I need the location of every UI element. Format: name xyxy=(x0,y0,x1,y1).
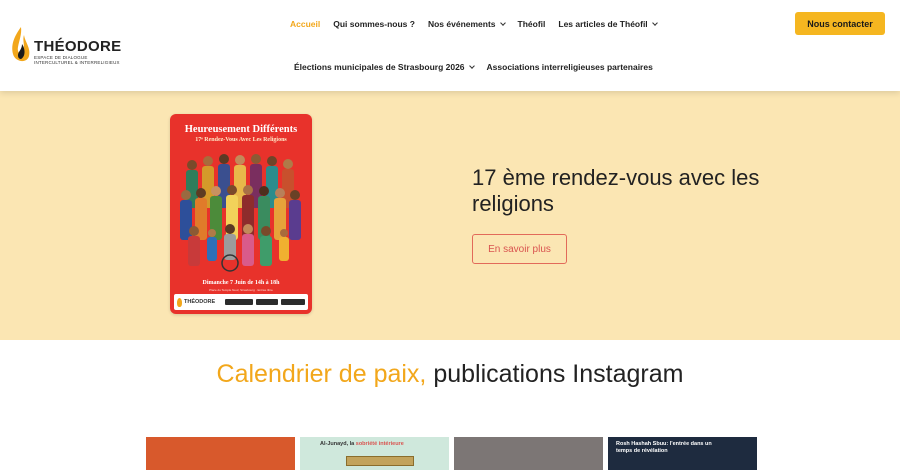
caption-highlight: sobriété intérieure xyxy=(355,441,404,447)
crowd-illustration xyxy=(180,154,301,272)
poster-place: Place du Temple Neuf, Strasbourg · Entré… xyxy=(209,288,273,292)
instagram-post-caption: Rosh Hashah Sbuu: l'entrée dans un temps… xyxy=(616,441,712,454)
nav-item-label: Qui sommes-nous ? xyxy=(333,19,415,29)
nav-item-label: Nos événements xyxy=(427,19,496,29)
section-title-accent: Calendrier de paix, xyxy=(216,360,427,388)
post-image xyxy=(346,456,414,466)
hero-title: 17 ème rendez-vous avec les religions xyxy=(472,165,760,216)
nav-item-articles-theofil[interactable]: Les articles de Théofil xyxy=(558,19,658,29)
logo-tagline-line-2: interculturel & interreligieux xyxy=(34,60,120,65)
chevron-down-icon xyxy=(499,19,506,26)
contact-button[interactable]: Nous contacter xyxy=(795,12,885,35)
poster-title: Heureusement Différents xyxy=(184,124,298,135)
instagram-post-4[interactable]: Rosh Hashah Sbuu: l'entrée dans un temps… xyxy=(608,437,757,470)
main-nav-row-1: Accueil Qui sommes-nous ? Nos événements… xyxy=(290,19,670,29)
section-title-rest: publications Instagram xyxy=(426,360,684,388)
chevron-down-icon xyxy=(468,62,475,69)
partner-logo xyxy=(256,299,278,305)
caption-text: Al-Junayd, la xyxy=(320,441,356,447)
hero-banner: Heureusement Différents 17ᵉ Rendez-Vous … xyxy=(0,91,900,340)
partner-logo xyxy=(281,299,305,305)
main-nav-row-2: Élections municipales de Strasbourg 2026… xyxy=(294,62,666,72)
instagram-post-3[interactable] xyxy=(454,437,603,470)
nav-item-label: Théofil xyxy=(517,19,546,29)
nav-item-label: Accueil xyxy=(290,19,321,29)
flame-icon xyxy=(12,27,30,62)
site-logo[interactable]: THÉODORE espace de dialogue interculture… xyxy=(10,26,122,68)
nav-item-label: Élections municipales de Strasbourg 2026 xyxy=(294,62,465,72)
nav-item-qui-sommes-nous[interactable]: Qui sommes-nous ? xyxy=(333,19,415,29)
poster-subtitle: 17ᵉ Rendez-Vous Avec Les Religions xyxy=(195,137,287,143)
chevron-down-icon xyxy=(651,19,658,26)
instagram-section-title: Calendrier de paix, publications Instagr… xyxy=(0,360,900,389)
poster-date: Dimanche 7 Juin de 14h à 18h xyxy=(202,280,280,286)
partner-logo xyxy=(225,299,253,305)
site-header: THÉODORE espace de dialogue interculture… xyxy=(0,0,900,91)
learn-more-button[interactable]: En savoir plus xyxy=(472,234,567,264)
instagram-post-2[interactable]: Al-Junayd, la sobriété intérieure xyxy=(300,437,449,470)
nav-item-elections-municipales[interactable]: Élections municipales de Strasbourg 2026 xyxy=(294,62,475,72)
poster-footer: THÉODORE xyxy=(174,294,308,310)
nav-item-theofil[interactable]: Théofil xyxy=(518,19,546,29)
flame-icon xyxy=(177,297,182,307)
nav-item-accueil[interactable]: Accueil xyxy=(290,19,320,29)
logo-brand-text: THÉODORE xyxy=(34,38,122,55)
poster-footer-brand: THÉODORE xyxy=(184,299,216,305)
nav-item-associations-partenaires[interactable]: Associations interreligieuses partenaire… xyxy=(487,62,653,72)
instagram-post-caption: Al-Junayd, la sobriété intérieure xyxy=(320,441,404,448)
nav-item-nos-evenements[interactable]: Nos événements xyxy=(427,19,506,29)
nav-item-label: Les articles de Théofil xyxy=(558,19,648,29)
instagram-post-1[interactable] xyxy=(146,437,295,470)
nav-item-label: Associations interreligieuses partenaire… xyxy=(486,62,653,72)
event-poster[interactable]: Heureusement Différents 17ᵉ Rendez-Vous … xyxy=(170,114,312,314)
